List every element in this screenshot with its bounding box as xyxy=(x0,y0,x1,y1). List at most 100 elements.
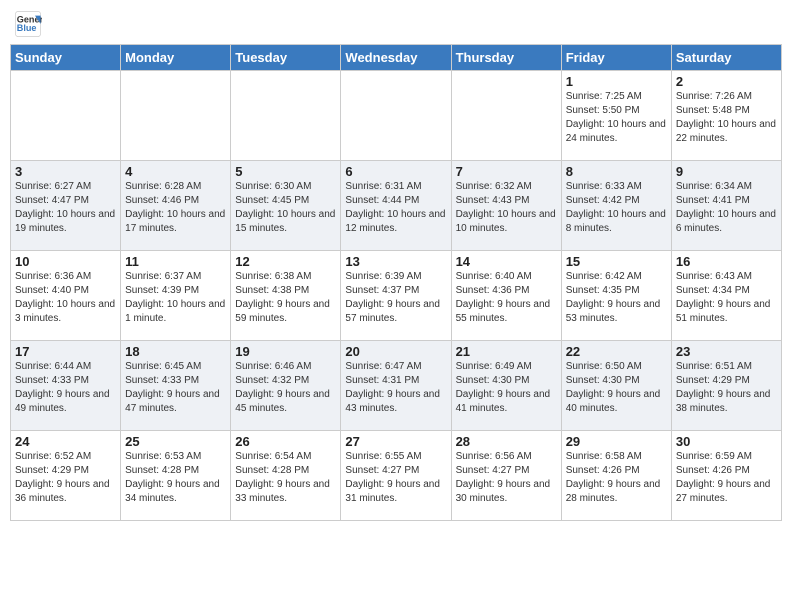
day-cell: 9Sunrise: 6:34 AM Sunset: 4:41 PM Daylig… xyxy=(671,161,781,251)
day-number: 9 xyxy=(676,164,777,179)
col-header-tuesday: Tuesday xyxy=(231,45,341,71)
day-cell: 27Sunrise: 6:55 AM Sunset: 4:27 PM Dayli… xyxy=(341,431,451,521)
day-cell: 13Sunrise: 6:39 AM Sunset: 4:37 PM Dayli… xyxy=(341,251,451,341)
logo: General Blue xyxy=(14,10,46,38)
day-number: 26 xyxy=(235,434,336,449)
day-number: 13 xyxy=(345,254,446,269)
day-cell xyxy=(341,71,451,161)
day-cell: 18Sunrise: 6:45 AM Sunset: 4:33 PM Dayli… xyxy=(121,341,231,431)
day-number: 15 xyxy=(566,254,667,269)
day-number: 8 xyxy=(566,164,667,179)
day-cell xyxy=(11,71,121,161)
day-cell: 28Sunrise: 6:56 AM Sunset: 4:27 PM Dayli… xyxy=(451,431,561,521)
day-info: Sunrise: 7:26 AM Sunset: 5:48 PM Dayligh… xyxy=(676,90,777,146)
day-cell: 12Sunrise: 6:38 AM Sunset: 4:38 PM Dayli… xyxy=(231,251,341,341)
day-number: 29 xyxy=(566,434,667,449)
day-cell: 3Sunrise: 6:27 AM Sunset: 4:47 PM Daylig… xyxy=(11,161,121,251)
day-number: 1 xyxy=(566,74,667,89)
day-cell: 11Sunrise: 6:37 AM Sunset: 4:39 PM Dayli… xyxy=(121,251,231,341)
day-cell: 22Sunrise: 6:50 AM Sunset: 4:30 PM Dayli… xyxy=(561,341,671,431)
day-cell: 15Sunrise: 6:42 AM Sunset: 4:35 PM Dayli… xyxy=(561,251,671,341)
day-info: Sunrise: 6:53 AM Sunset: 4:28 PM Dayligh… xyxy=(125,450,226,506)
day-info: Sunrise: 6:47 AM Sunset: 4:31 PM Dayligh… xyxy=(345,360,446,416)
day-cell: 7Sunrise: 6:32 AM Sunset: 4:43 PM Daylig… xyxy=(451,161,561,251)
day-info: Sunrise: 6:27 AM Sunset: 4:47 PM Dayligh… xyxy=(15,180,116,236)
day-info: Sunrise: 6:33 AM Sunset: 4:42 PM Dayligh… xyxy=(566,180,667,236)
week-row-5: 24Sunrise: 6:52 AM Sunset: 4:29 PM Dayli… xyxy=(11,431,782,521)
day-number: 27 xyxy=(345,434,446,449)
day-info: Sunrise: 6:54 AM Sunset: 4:28 PM Dayligh… xyxy=(235,450,336,506)
day-number: 21 xyxy=(456,344,557,359)
day-info: Sunrise: 6:42 AM Sunset: 4:35 PM Dayligh… xyxy=(566,270,667,326)
col-header-sunday: Sunday xyxy=(11,45,121,71)
day-info: Sunrise: 6:32 AM Sunset: 4:43 PM Dayligh… xyxy=(456,180,557,236)
day-info: Sunrise: 6:38 AM Sunset: 4:38 PM Dayligh… xyxy=(235,270,336,326)
page-header: General Blue xyxy=(10,10,782,38)
day-number: 20 xyxy=(345,344,446,359)
day-info: Sunrise: 6:34 AM Sunset: 4:41 PM Dayligh… xyxy=(676,180,777,236)
day-number: 23 xyxy=(676,344,777,359)
week-row-2: 3Sunrise: 6:27 AM Sunset: 4:47 PM Daylig… xyxy=(11,161,782,251)
day-number: 5 xyxy=(235,164,336,179)
col-header-thursday: Thursday xyxy=(451,45,561,71)
day-cell: 8Sunrise: 6:33 AM Sunset: 4:42 PM Daylig… xyxy=(561,161,671,251)
day-info: Sunrise: 6:56 AM Sunset: 4:27 PM Dayligh… xyxy=(456,450,557,506)
logo-icon: General Blue xyxy=(14,10,42,38)
col-header-monday: Monday xyxy=(121,45,231,71)
day-cell: 25Sunrise: 6:53 AM Sunset: 4:28 PM Dayli… xyxy=(121,431,231,521)
day-info: Sunrise: 6:31 AM Sunset: 4:44 PM Dayligh… xyxy=(345,180,446,236)
day-cell: 14Sunrise: 6:40 AM Sunset: 4:36 PM Dayli… xyxy=(451,251,561,341)
day-cell: 1Sunrise: 7:25 AM Sunset: 5:50 PM Daylig… xyxy=(561,71,671,161)
day-number: 14 xyxy=(456,254,557,269)
day-cell: 4Sunrise: 6:28 AM Sunset: 4:46 PM Daylig… xyxy=(121,161,231,251)
day-cell xyxy=(121,71,231,161)
day-cell: 16Sunrise: 6:43 AM Sunset: 4:34 PM Dayli… xyxy=(671,251,781,341)
day-info: Sunrise: 6:45 AM Sunset: 4:33 PM Dayligh… xyxy=(125,360,226,416)
day-info: Sunrise: 6:46 AM Sunset: 4:32 PM Dayligh… xyxy=(235,360,336,416)
day-cell: 17Sunrise: 6:44 AM Sunset: 4:33 PM Dayli… xyxy=(11,341,121,431)
day-cell: 24Sunrise: 6:52 AM Sunset: 4:29 PM Dayli… xyxy=(11,431,121,521)
day-info: Sunrise: 6:55 AM Sunset: 4:27 PM Dayligh… xyxy=(345,450,446,506)
day-number: 10 xyxy=(15,254,116,269)
day-info: Sunrise: 6:52 AM Sunset: 4:29 PM Dayligh… xyxy=(15,450,116,506)
day-number: 25 xyxy=(125,434,226,449)
day-cell: 30Sunrise: 6:59 AM Sunset: 4:26 PM Dayli… xyxy=(671,431,781,521)
day-info: Sunrise: 6:50 AM Sunset: 4:30 PM Dayligh… xyxy=(566,360,667,416)
day-number: 30 xyxy=(676,434,777,449)
day-cell xyxy=(451,71,561,161)
day-cell: 26Sunrise: 6:54 AM Sunset: 4:28 PM Dayli… xyxy=(231,431,341,521)
day-cell: 21Sunrise: 6:49 AM Sunset: 4:30 PM Dayli… xyxy=(451,341,561,431)
svg-text:Blue: Blue xyxy=(17,23,37,33)
day-number: 11 xyxy=(125,254,226,269)
day-number: 4 xyxy=(125,164,226,179)
day-info: Sunrise: 6:43 AM Sunset: 4:34 PM Dayligh… xyxy=(676,270,777,326)
day-info: Sunrise: 6:44 AM Sunset: 4:33 PM Dayligh… xyxy=(15,360,116,416)
day-number: 7 xyxy=(456,164,557,179)
day-number: 22 xyxy=(566,344,667,359)
day-cell: 19Sunrise: 6:46 AM Sunset: 4:32 PM Dayli… xyxy=(231,341,341,431)
day-number: 18 xyxy=(125,344,226,359)
day-cell: 20Sunrise: 6:47 AM Sunset: 4:31 PM Dayli… xyxy=(341,341,451,431)
day-info: Sunrise: 6:59 AM Sunset: 4:26 PM Dayligh… xyxy=(676,450,777,506)
day-cell: 5Sunrise: 6:30 AM Sunset: 4:45 PM Daylig… xyxy=(231,161,341,251)
day-cell: 2Sunrise: 7:26 AM Sunset: 5:48 PM Daylig… xyxy=(671,71,781,161)
day-info: Sunrise: 6:37 AM Sunset: 4:39 PM Dayligh… xyxy=(125,270,226,326)
week-row-3: 10Sunrise: 6:36 AM Sunset: 4:40 PM Dayli… xyxy=(11,251,782,341)
day-cell: 10Sunrise: 6:36 AM Sunset: 4:40 PM Dayli… xyxy=(11,251,121,341)
day-info: Sunrise: 7:25 AM Sunset: 5:50 PM Dayligh… xyxy=(566,90,667,146)
day-info: Sunrise: 6:30 AM Sunset: 4:45 PM Dayligh… xyxy=(235,180,336,236)
day-info: Sunrise: 6:51 AM Sunset: 4:29 PM Dayligh… xyxy=(676,360,777,416)
day-info: Sunrise: 6:58 AM Sunset: 4:26 PM Dayligh… xyxy=(566,450,667,506)
day-number: 3 xyxy=(15,164,116,179)
week-row-1: 1Sunrise: 7:25 AM Sunset: 5:50 PM Daylig… xyxy=(11,71,782,161)
day-number: 16 xyxy=(676,254,777,269)
day-info: Sunrise: 6:28 AM Sunset: 4:46 PM Dayligh… xyxy=(125,180,226,236)
day-info: Sunrise: 6:40 AM Sunset: 4:36 PM Dayligh… xyxy=(456,270,557,326)
col-header-wednesday: Wednesday xyxy=(341,45,451,71)
day-number: 17 xyxy=(15,344,116,359)
day-number: 28 xyxy=(456,434,557,449)
day-number: 19 xyxy=(235,344,336,359)
col-header-saturday: Saturday xyxy=(671,45,781,71)
day-info: Sunrise: 6:36 AM Sunset: 4:40 PM Dayligh… xyxy=(15,270,116,326)
day-info: Sunrise: 6:39 AM Sunset: 4:37 PM Dayligh… xyxy=(345,270,446,326)
